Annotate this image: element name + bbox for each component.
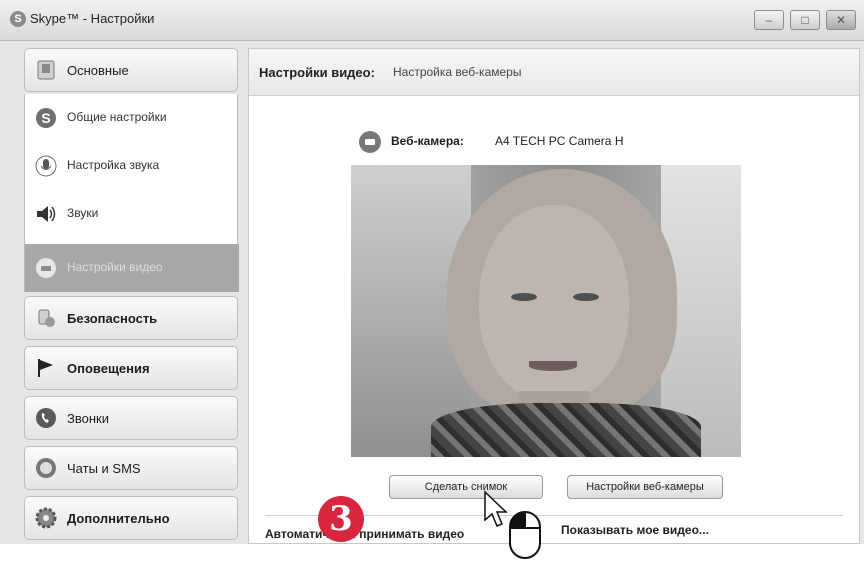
category-security[interactable]: Безопасность bbox=[24, 296, 238, 340]
sidebar-item-label: Общие настройки bbox=[67, 110, 167, 124]
preview-face bbox=[479, 205, 629, 401]
category-chats-sms[interactable]: Чаты и SMS bbox=[24, 446, 238, 490]
panel-title: Настройки видео: bbox=[259, 65, 375, 80]
close-button[interactable]: ✕ bbox=[826, 10, 856, 30]
sidebar-item-label: Настройка звука bbox=[67, 158, 160, 172]
svg-text:S: S bbox=[41, 110, 50, 126]
preview-scarf bbox=[431, 403, 701, 457]
settings-sidebar: Основные S Общие настройки Настройка зву… bbox=[24, 48, 240, 544]
maximize-icon: □ bbox=[801, 13, 809, 27]
flag-icon bbox=[38, 359, 53, 377]
category-notifications[interactable]: Оповещения bbox=[24, 346, 238, 390]
maximize-button[interactable]: □ bbox=[790, 10, 820, 30]
category-label: Звонки bbox=[67, 411, 109, 426]
chat-icon bbox=[36, 458, 56, 478]
webcam-icon bbox=[36, 258, 56, 278]
close-icon: ✕ bbox=[835, 13, 847, 27]
category-label: Оповещения bbox=[67, 361, 150, 376]
category-general[interactable]: Основные bbox=[24, 48, 238, 92]
preview-eye bbox=[511, 293, 537, 301]
take-snapshot-button[interactable]: Сделать снимок bbox=[389, 475, 543, 499]
category-general-label: Основные bbox=[67, 63, 129, 78]
computer-mouse-icon bbox=[509, 511, 541, 559]
general-settings-icon bbox=[37, 60, 55, 80]
webcam-name: A4 TECH PC Camera H bbox=[495, 134, 624, 148]
speaker-icon bbox=[37, 206, 56, 222]
phone-icon bbox=[36, 408, 56, 428]
video-settings-panel: Настройки видео: Настройка веб-камеры Ве… bbox=[248, 48, 860, 544]
sidebar-item-sounds[interactable]: Звуки bbox=[25, 190, 239, 238]
window-title: Skype™ - Настройки bbox=[30, 11, 155, 26]
category-label: Безопасность bbox=[67, 311, 158, 326]
category-calls[interactable]: Звонки bbox=[24, 396, 238, 440]
skype-icon: S bbox=[36, 108, 56, 128]
show-my-video-option[interactable]: Показывать мое видео... bbox=[561, 523, 709, 537]
webcam-preview bbox=[351, 165, 741, 457]
minimize-button[interactable]: – bbox=[754, 10, 784, 30]
sidebar-item-label: Настройки видео bbox=[67, 260, 163, 274]
sidebar-item-sound-settings[interactable]: Настройка звука bbox=[25, 142, 239, 190]
category-label: Чаты и SMS bbox=[67, 461, 141, 476]
security-icon bbox=[38, 309, 55, 327]
title-bar: S Skype™ - Настройки – □ ✕ bbox=[0, 0, 864, 41]
settings-window: S Skype™ - Настройки – □ ✕ Основные S Об… bbox=[0, 0, 864, 544]
webcam-settings-button[interactable]: Настройки веб-камеры bbox=[567, 475, 723, 499]
webcam-label: Веб-камера: bbox=[391, 134, 464, 148]
webcam-icon bbox=[359, 131, 381, 153]
panel-subtitle: Настройка веб-камеры bbox=[393, 65, 522, 79]
sidebar-item-label: Звуки bbox=[67, 206, 99, 220]
sidebar-item-video-settings[interactable]: Настройки видео bbox=[25, 244, 239, 292]
microphone-icon bbox=[35, 155, 57, 177]
gear-icon bbox=[35, 507, 57, 529]
category-advanced[interactable]: Дополнительно bbox=[24, 496, 238, 540]
preview-mouth bbox=[529, 361, 577, 371]
category-label: Дополнительно bbox=[67, 511, 170, 526]
sidebar-item-general-settings[interactable]: S Общие настройки bbox=[25, 94, 239, 142]
panel-header: Настройки видео: Настройка веб-камеры bbox=[249, 49, 859, 96]
general-subitems: S Общие настройки Настройка звука Звуки bbox=[24, 94, 239, 292]
preview-eye bbox=[573, 293, 599, 301]
step-number-badge: 3 bbox=[318, 496, 364, 542]
auto-accept-video-option[interactable]: Автоматически принимать видео bbox=[265, 527, 464, 541]
minimize-icon: – bbox=[765, 13, 773, 27]
skype-icon: S bbox=[10, 11, 26, 27]
mouse-pointer-icon bbox=[484, 490, 508, 527]
